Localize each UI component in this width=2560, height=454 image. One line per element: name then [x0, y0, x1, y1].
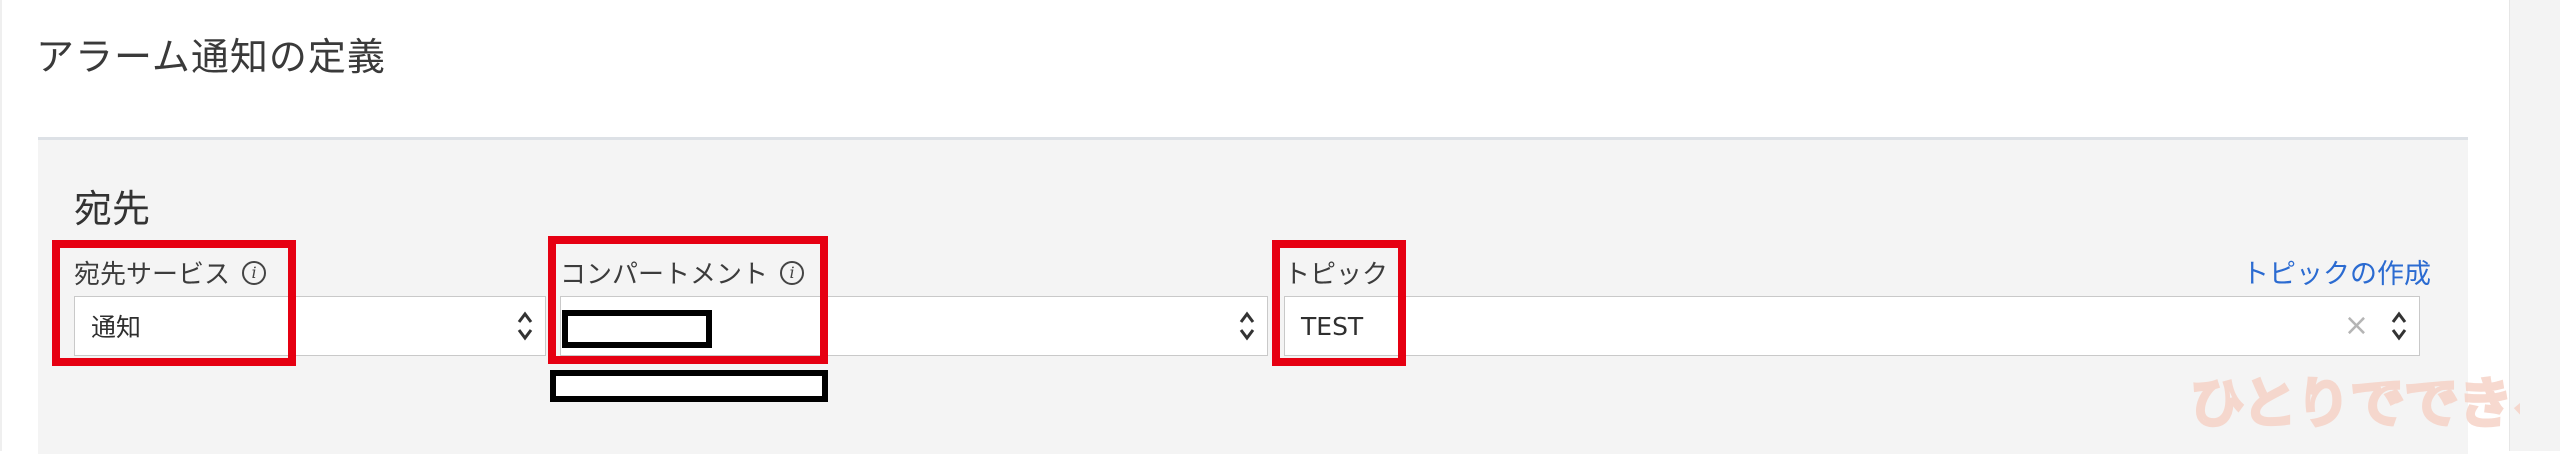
- create-topic-link[interactable]: トピックの作成: [2242, 252, 2431, 291]
- page-title: アラーム通知の定義: [36, 35, 386, 79]
- left-border: [0, 0, 2, 451]
- chevron-updown-icon: [1239, 311, 1255, 341]
- svg-text:ひとりでできるもん: ひとりでできるもん: [2190, 372, 2520, 435]
- redaction-box: [562, 310, 712, 348]
- clear-icon[interactable]: ×: [2344, 311, 2369, 341]
- highlight-box-service: [52, 240, 296, 366]
- watermark-logo: ひとりでできるもん: [2189, 371, 2521, 437]
- chevron-updown-icon: [517, 311, 533, 341]
- highlight-box-topic: [1272, 240, 1406, 366]
- chevron-updown-icon: [2391, 311, 2407, 341]
- topic-select[interactable]: TEST ×: [1284, 296, 2420, 356]
- redaction-box: [550, 370, 828, 402]
- section-title: 宛先: [74, 187, 151, 231]
